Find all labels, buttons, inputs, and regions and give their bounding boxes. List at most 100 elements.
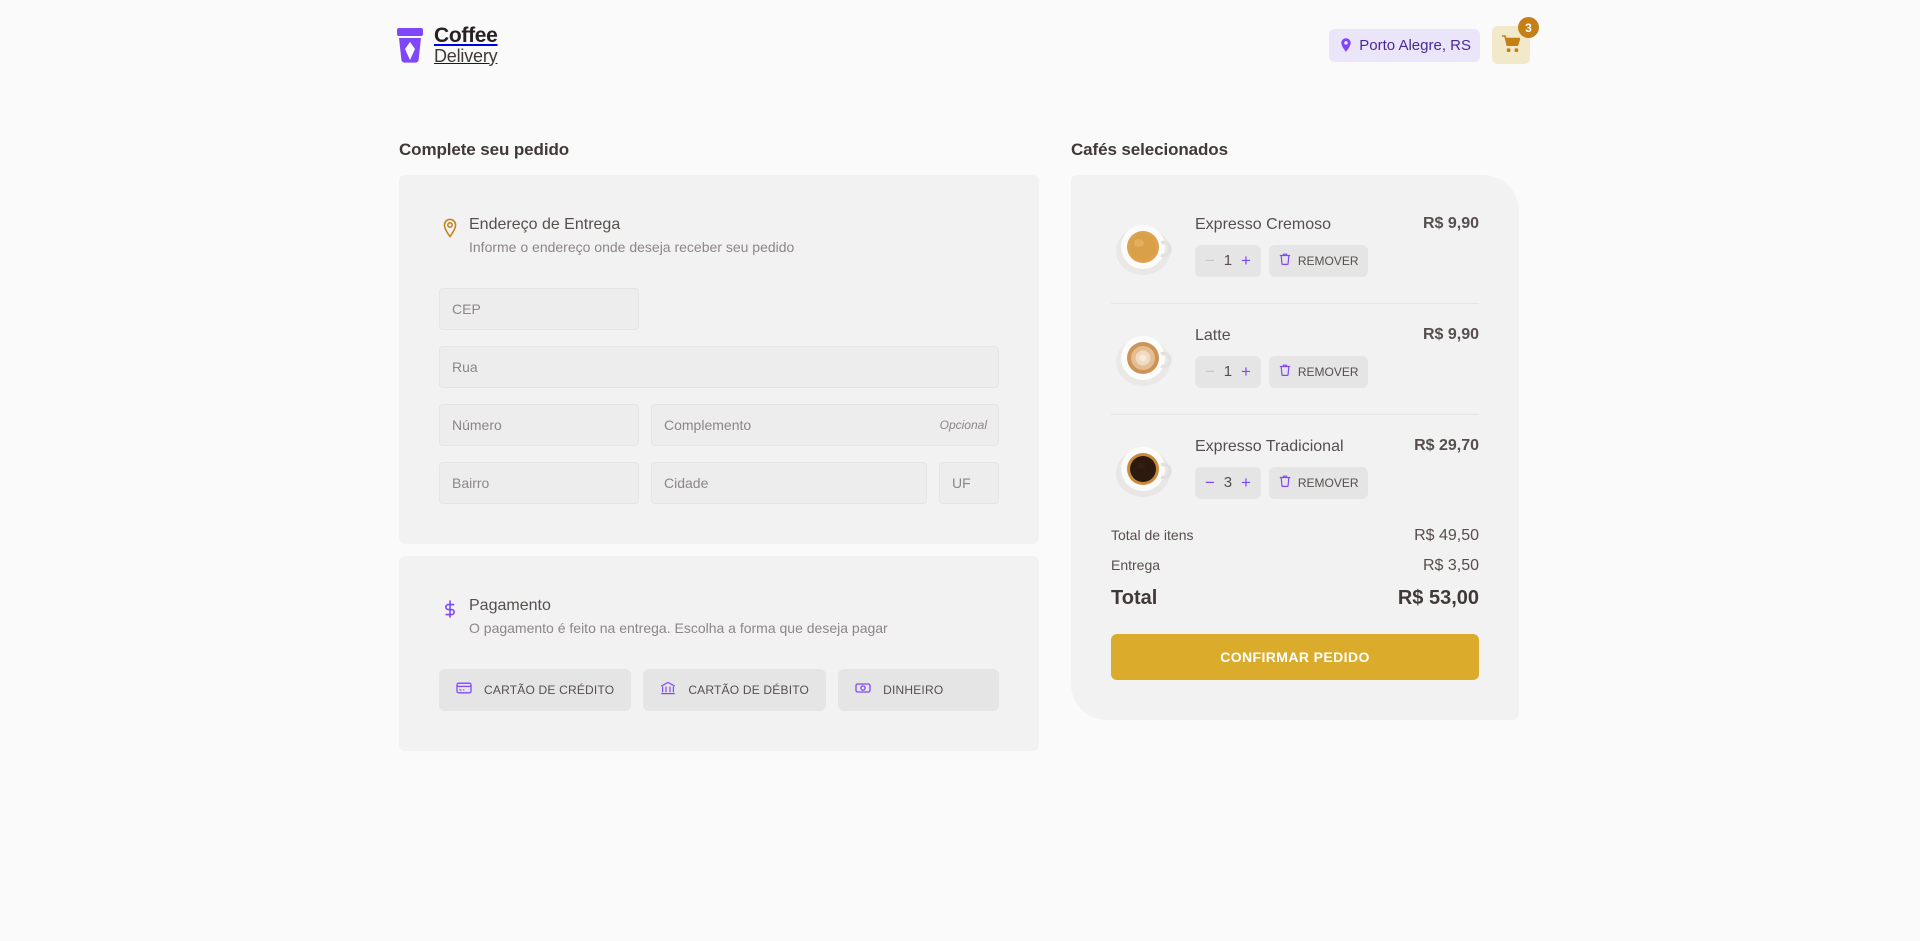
grand-total-row: Total R$ 53,00 xyxy=(1111,587,1479,610)
cep-input[interactable] xyxy=(439,288,639,330)
cart-item: Expresso Tradicional R$ 29,70 − 3 + xyxy=(1111,437,1479,503)
payment-card-subtitle: O pagamento é feito na entrega. Escolha … xyxy=(469,619,888,637)
payment-method-credit-card[interactable]: CARTÃO DE CRÉDITO xyxy=(439,669,631,711)
payment-card-header: Pagamento O pagamento é feito na entrega… xyxy=(439,596,999,637)
decrease-quantity-button[interactable]: − xyxy=(1203,474,1217,491)
grand-total-value: R$ 53,00 xyxy=(1398,587,1479,610)
remove-item-button[interactable]: REMOVER xyxy=(1269,245,1368,277)
address-card-title: Endereço de Entrega xyxy=(469,215,794,236)
map-pin-icon xyxy=(1338,37,1354,53)
cart-item: Expresso Cremoso R$ 9,90 − 1 + xyxy=(1111,215,1479,281)
complete-order-title: Complete seu pedido xyxy=(399,140,1039,160)
money-icon xyxy=(855,680,871,699)
address-card: Endereço de Entrega Informe o endereço o… xyxy=(399,175,1039,544)
payment-method-cash[interactable]: DINHEIRO xyxy=(838,669,999,711)
cart-item-name: Expresso Cremoso xyxy=(1195,215,1331,236)
total-items-label: Total de itens xyxy=(1111,527,1194,543)
cep-row xyxy=(439,288,999,330)
order-totals: Total de itens R$ 49,50 Entrega R$ 3,50 … xyxy=(1111,527,1479,610)
payment-card-title: Pagamento xyxy=(469,596,888,617)
shopping-cart-icon xyxy=(1501,34,1521,57)
cart-divider xyxy=(1111,414,1479,415)
quantity-value: 3 xyxy=(1221,474,1235,491)
cart-summary-card: Expresso Cremoso R$ 9,90 − 1 + xyxy=(1071,175,1519,720)
latte-cup-image xyxy=(1111,326,1175,390)
remove-item-label: REMOVER xyxy=(1298,365,1359,379)
payment-card: Pagamento O pagamento é feito na entrega… xyxy=(399,556,1039,751)
cart-summary-column: Cafés selecionados Expresso C xyxy=(1071,140,1519,720)
quantity-stepper: − 1 + xyxy=(1195,356,1261,388)
cart-item-name: Expresso Tradicional xyxy=(1195,437,1344,458)
address-card-subtitle: Informe o endereço onde deseja receber s… xyxy=(469,238,794,256)
cart-item-price: R$ 9,90 xyxy=(1423,215,1479,233)
cart-item-body: Latte R$ 9,90 − 1 + xyxy=(1195,326,1479,388)
logo-link[interactable]: Coffee Delivery xyxy=(394,25,498,66)
complemento-input[interactable] xyxy=(651,404,999,446)
address-card-header: Endereço de Entrega Informe o endereço o… xyxy=(439,215,999,256)
address-form: Opcional xyxy=(439,288,999,504)
checkout-main: Complete seu pedido Endereço de Entrega … xyxy=(399,140,1529,751)
dollar-sign-icon xyxy=(439,598,461,625)
logo-title: Coffee xyxy=(434,25,498,47)
cart-item-actions: − 1 + REMOV xyxy=(1195,245,1479,277)
coffee-cup-logo-icon xyxy=(394,26,426,64)
selected-coffees-title: Cafés selecionados xyxy=(1071,140,1519,160)
cart-badge-count: 3 xyxy=(1518,17,1539,38)
confirm-order-button[interactable]: CONFIRMAR PEDIDO xyxy=(1111,634,1479,680)
bairro-input[interactable] xyxy=(439,462,639,504)
remove-item-button[interactable]: REMOVER xyxy=(1269,356,1368,388)
delivery-value: R$ 3,50 xyxy=(1423,557,1479,575)
delivery-row: Entrega R$ 3,50 xyxy=(1111,557,1479,575)
remove-item-button[interactable]: REMOVER xyxy=(1269,467,1368,499)
uf-input[interactable] xyxy=(939,462,999,504)
cart-item-price: R$ 29,70 xyxy=(1414,437,1479,455)
cart-item-body: Expresso Cremoso R$ 9,90 − 1 + xyxy=(1195,215,1479,277)
numero-complemento-row: Opcional xyxy=(439,404,999,446)
increase-quantity-button[interactable]: + xyxy=(1239,474,1253,491)
grand-total-label: Total xyxy=(1111,587,1157,610)
total-items-value: R$ 49,50 xyxy=(1414,527,1479,545)
payment-method-debit-card[interactable]: CARTÃO DE DÉBITO xyxy=(643,669,826,711)
bank-icon xyxy=(660,680,676,699)
delivery-label: Entrega xyxy=(1111,557,1160,573)
cart-item-name: Latte xyxy=(1195,326,1231,347)
quantity-stepper: − 3 + xyxy=(1195,467,1261,499)
payment-method-label: CARTÃO DE CRÉDITO xyxy=(484,683,614,697)
increase-quantity-button[interactable]: + xyxy=(1239,252,1253,269)
quantity-value: 1 xyxy=(1221,363,1235,380)
total-items-row: Total de itens R$ 49,50 xyxy=(1111,527,1479,545)
cart-divider xyxy=(1111,303,1479,304)
cart-item-actions: − 1 + REMOV xyxy=(1195,356,1479,388)
espresso-tradicional-cup-image xyxy=(1111,437,1175,501)
bairro-cidade-uf-row xyxy=(439,462,999,504)
cidade-input[interactable] xyxy=(651,462,927,504)
order-form-column: Complete seu pedido Endereço de Entrega … xyxy=(399,140,1039,751)
quantity-value: 1 xyxy=(1221,252,1235,269)
payment-methods: CARTÃO DE CRÉDITO CARTÃO DE DÉBITO xyxy=(439,669,999,711)
rua-input[interactable] xyxy=(439,346,999,388)
trash-icon xyxy=(1278,363,1292,380)
cart-button[interactable]: 3 xyxy=(1492,26,1530,64)
decrease-quantity-button[interactable]: − xyxy=(1203,363,1217,380)
header-actions: Porto Alegre, RS 3 xyxy=(1329,26,1530,64)
app-header: Coffee Delivery Porto Alegre, RS xyxy=(0,0,1920,90)
decrease-quantity-button[interactable]: − xyxy=(1203,252,1217,269)
espresso-cremoso-cup-image xyxy=(1111,215,1175,279)
remove-item-label: REMOVER xyxy=(1298,254,1359,268)
cart-item-price: R$ 9,90 xyxy=(1423,326,1479,344)
cart-item-body: Expresso Tradicional R$ 29,70 − 3 + xyxy=(1195,437,1479,499)
remove-item-label: REMOVER xyxy=(1298,476,1359,490)
cart-item: Latte R$ 9,90 − 1 + xyxy=(1111,326,1479,392)
map-pin-icon xyxy=(439,217,461,244)
payment-method-label: DINHEIRO xyxy=(883,683,943,697)
location-label: Porto Alegre, RS xyxy=(1359,37,1471,54)
trash-icon xyxy=(1278,252,1292,269)
quantity-stepper: − 1 + xyxy=(1195,245,1261,277)
payment-method-label: CARTÃO DE DÉBITO xyxy=(688,683,809,697)
trash-icon xyxy=(1278,474,1292,491)
location-badge[interactable]: Porto Alegre, RS xyxy=(1329,29,1480,62)
complemento-wrapper: Opcional xyxy=(651,404,999,446)
numero-input[interactable] xyxy=(439,404,639,446)
cart-item-actions: − 3 + REMOV xyxy=(1195,467,1479,499)
increase-quantity-button[interactable]: + xyxy=(1239,363,1253,380)
